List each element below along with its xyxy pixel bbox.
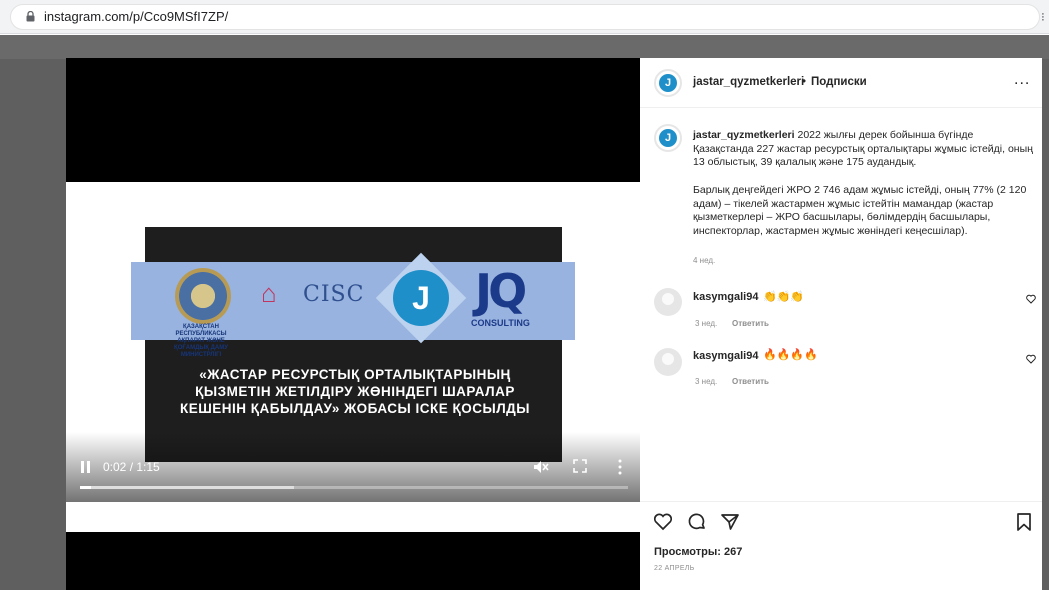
cisc-logo-icon: ⌂ — [261, 278, 277, 308]
author-username[interactable]: jastar_qyzmetkerleri — [693, 76, 804, 88]
following-button[interactable]: Подписки — [811, 76, 867, 88]
comment-username[interactable]: kasymgali94 — [693, 291, 758, 303]
comment-like-icon[interactable] — [1026, 294, 1036, 304]
views-count[interactable]: Просмотры: 267 — [654, 546, 742, 558]
j-logo: J — [393, 270, 449, 326]
caption-text: jastar_qyzmetkerleri 2022 жылғы дерек бо… — [693, 129, 1035, 170]
comment-like-icon[interactable] — [1026, 354, 1036, 364]
actions-divider — [640, 501, 1042, 502]
video-buffered — [80, 486, 294, 489]
pause-icon[interactable] — [81, 461, 91, 473]
jq-logo-subtitle: CONSULTING — [471, 318, 530, 328]
caption-paragraph-2: Барлық деңгейдегі ЖРО 2 746 адам жұмыс і… — [693, 184, 1027, 237]
browser-menu-icon[interactable]: ⁝ — [1041, 10, 1045, 24]
separator-dot: • — [802, 76, 807, 88]
comment-time[interactable]: 3 нед. — [695, 319, 717, 328]
fullscreen-icon[interactable] — [573, 459, 587, 473]
comment-text: 🔥🔥🔥🔥 — [763, 349, 818, 361]
comment-text: 👏👏👏 — [763, 291, 805, 303]
more-options-icon[interactable]: ... — [1014, 71, 1030, 89]
post-panel: J jastar_qyzmetkerleri • Подписки ... J … — [640, 58, 1042, 590]
reply-button[interactable]: Ответить — [732, 319, 769, 328]
video-more-icon[interactable] — [618, 459, 622, 475]
lock-icon — [26, 11, 35, 22]
browser-toolbar: instagram.com/p/Cco9MSfI7ZP/ ⁝ — [0, 0, 1049, 34]
jq-logo: JQ — [475, 264, 527, 318]
like-icon[interactable] — [653, 512, 673, 532]
comment-username[interactable]: kasymgali94 — [693, 350, 758, 362]
video-time: 0:02 / 1:15 — [103, 460, 160, 474]
caption-username[interactable]: jastar_qyzmetkerleri — [693, 129, 795, 141]
caption-avatar[interactable]: J — [654, 124, 682, 152]
comment-avatar[interactable] — [654, 348, 682, 376]
ministry-seal-logo — [175, 268, 231, 324]
post-header: J jastar_qyzmetkerleri • Подписки ... — [640, 58, 1042, 108]
author-avatar[interactable]: J — [654, 69, 682, 97]
mute-icon[interactable] — [533, 459, 549, 475]
ministry-caption: ҚАЗАҚСТАН РЕСПУБЛИКАСЫ АҚПАРАТ ЖӘНЕ ҚОҒА… — [174, 324, 228, 358]
post-date[interactable]: 22 АПРЕЛЬ — [654, 565, 695, 572]
logo-strip: ҚАЗАҚСТАН РЕСПУБЛИКАСЫ АҚПАРАТ ЖӘНЕ ҚОҒА… — [131, 252, 575, 358]
comment-time[interactable]: 3 нед. — [695, 377, 717, 386]
caption-time[interactable]: 4 нед. — [693, 256, 715, 265]
comment-avatar[interactable] — [654, 288, 682, 316]
share-icon[interactable] — [720, 512, 740, 532]
backdrop-page-header — [0, 35, 1049, 59]
cisc-logo-text: CISC — [303, 282, 365, 307]
bookmark-icon[interactable] — [1014, 512, 1034, 532]
video-progress-bar[interactable] — [80, 486, 628, 489]
reply-button[interactable]: Ответить — [732, 377, 769, 386]
video-progress-fill — [80, 486, 91, 489]
slide-headline: «ЖАСТАР РЕСУРСТЫҚ ОРТАЛЫҚТАРЫНЫҢ ҚЫЗМЕТІ… — [179, 367, 531, 416]
comment-icon[interactable] — [687, 512, 707, 532]
url-text[interactable]: instagram.com/p/Cco9MSfI7ZP/ — [44, 9, 228, 24]
